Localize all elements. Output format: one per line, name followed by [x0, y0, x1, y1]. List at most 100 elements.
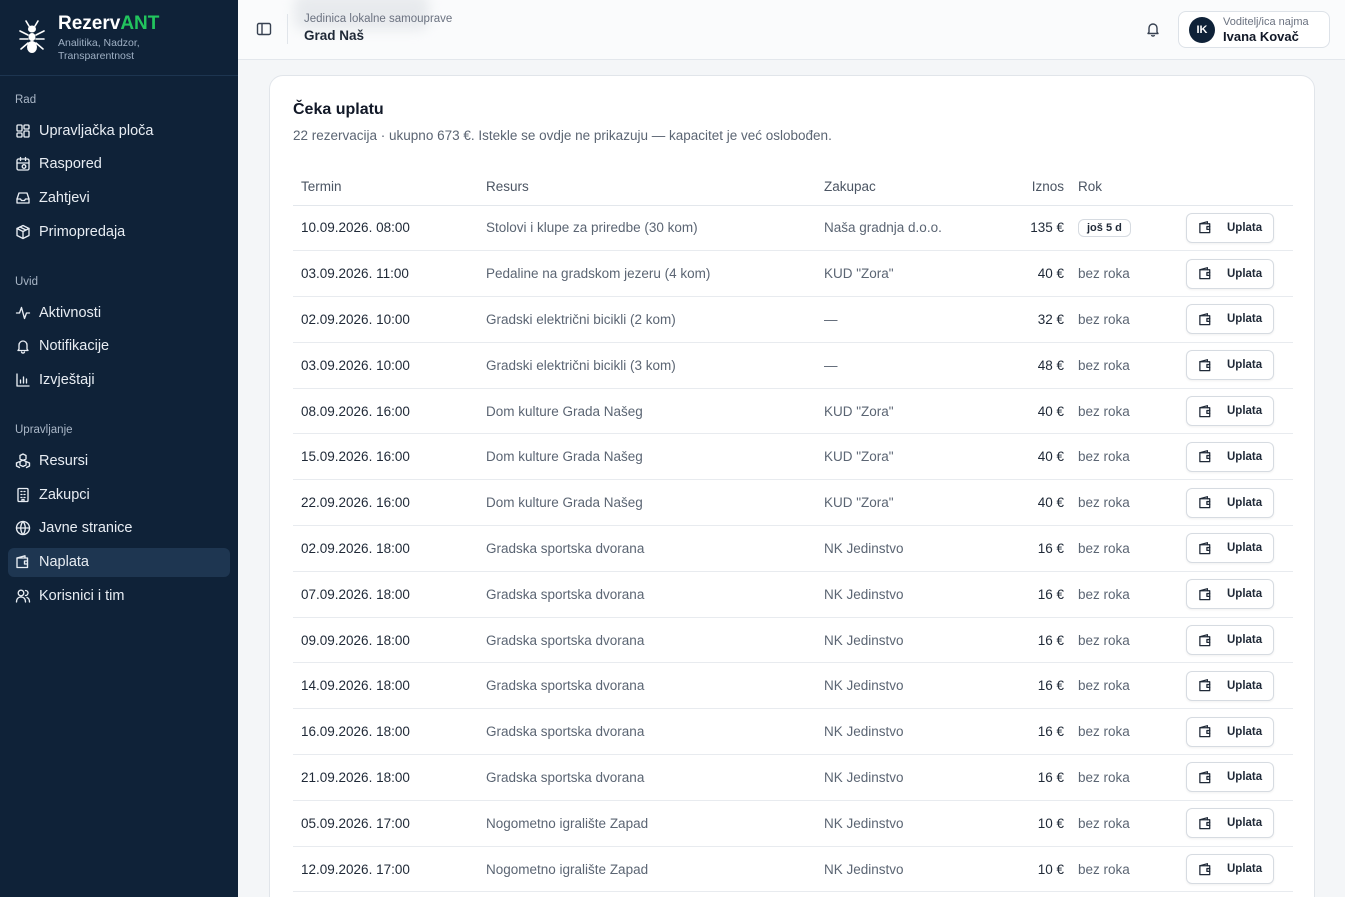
table-row[interactable]: 10.09.2026. 08:00 Stolovi i klupe za pri…: [293, 205, 1293, 252]
record-payment-button[interactable]: Uplata: [1186, 441, 1274, 472]
package-icon: [16, 224, 30, 239]
cell-termin: 02.09.2026. 10:00: [293, 296, 478, 343]
cell-termin: 09.09.2026. 18:00: [293, 617, 478, 664]
cell-iznos: 135 €: [1006, 205, 1070, 252]
table-row[interactable]: 15.09.2026. 16:00 Dom kulture Grada Naše…: [293, 433, 1293, 481]
cell-zakupac: NK Jedinstvo: [816, 846, 1006, 893]
record-payment-button[interactable]: Uplata: [1186, 762, 1274, 793]
record-payment-button[interactable]: Uplata: [1186, 487, 1274, 518]
nav-section: Upravljanje Resursi Zakupci Javne stranice N…: [0, 424, 238, 610]
col-zakupac[interactable]: Zakupac: [816, 168, 1006, 206]
sidebar-item-izvještaji[interactable]: Izvještaji: [8, 365, 230, 394]
cell-zakupac: NK Jedinstvo: [816, 525, 1006, 572]
record-payment-button[interactable]: Uplata: [1186, 716, 1274, 747]
table-row[interactable]: 02.09.2026. 10:00 Gradski električni bic…: [293, 296, 1293, 343]
wallet-icon: [1199, 404, 1211, 417]
table-row[interactable]: 21.09.2026. 18:00 Gradska sportska dvora…: [293, 754, 1293, 801]
table-row[interactable]: 03.09.2026. 10:00 Gradski električni bic…: [293, 342, 1293, 389]
cell-iznos: 40 €: [1006, 250, 1070, 298]
cell-zakupac: —: [816, 296, 1006, 343]
record-payment-label: Uplata: [1227, 267, 1263, 280]
building-icon: [17, 487, 29, 502]
sidebar-item-aktivnosti[interactable]: Aktivnosti: [8, 298, 230, 327]
cell-rok: bez roka: [1070, 250, 1166, 298]
cell-zakupac: NK Jedinstvo: [816, 617, 1006, 664]
record-payment-button[interactable]: Uplata: [1186, 670, 1274, 701]
deadline-text: bez roka: [1078, 403, 1130, 419]
table-row[interactable]: 07.09.2026. 18:00 Gradska sportska dvora…: [293, 571, 1293, 618]
deadline-text: bez roka: [1078, 632, 1130, 648]
wallet-icon: [1199, 358, 1211, 372]
record-payment-label: Uplata: [1227, 634, 1263, 647]
cell-iznos: 10 €: [1006, 846, 1070, 893]
record-payment-button[interactable]: Uplata: [1186, 350, 1274, 381]
table-row[interactable]: 05.09.2026. 17:00 Nogometno igralište Za…: [293, 800, 1293, 847]
brand-name: RezervANT: [58, 13, 160, 34]
inbox-icon: [16, 192, 30, 204]
table-row[interactable]: 03.09.2026. 11:00 Pedaline na gradskom j…: [293, 250, 1293, 298]
cell-resurs: Gradska sportska dvorana: [478, 662, 816, 710]
sidebar-item-label: Naplata: [39, 554, 89, 570]
deadline-text: bez roka: [1078, 678, 1130, 694]
org-switcher[interactable]: Jedinica lokalne samouprave Grad Naš: [304, 13, 452, 43]
record-payment-button[interactable]: Uplata: [1186, 396, 1274, 427]
cell-rok: bez roka: [1070, 662, 1166, 710]
ant-logo-icon: [19, 20, 45, 53]
sidebar-item-raspored[interactable]: Raspored: [8, 150, 230, 179]
cell-action: Uplata: [1166, 342, 1293, 389]
col-rok[interactable]: Rok: [1070, 168, 1166, 206]
notifications-bell-icon[interactable]: [1145, 21, 1161, 37]
table-row[interactable]: 12.09.2026. 17:00 Nogometno igralište Za…: [293, 846, 1293, 893]
record-payment-button[interactable]: Uplata: [1186, 304, 1274, 335]
table-row[interactable]: 22.09.2026. 16:00 Dom kulture Grada Naše…: [293, 479, 1293, 527]
cell-rok: bez roka: [1070, 296, 1166, 343]
cell-iznos: 48 €: [1006, 342, 1070, 389]
table-row[interactable]: 09.09.2026. 18:00 Gradska sportska dvora…: [293, 617, 1293, 664]
bell-icon: [17, 340, 29, 354]
brand[interactable]: RezervANT Analitika, Nadzor, Transparent…: [0, 0, 238, 76]
col-resurs[interactable]: Resurs: [478, 168, 816, 206]
sidebar-item-primopredaja[interactable]: Primopredaja: [8, 217, 230, 246]
wallet-icon: [1199, 587, 1211, 601]
sidebar-item-naplata[interactable]: Naplata: [8, 547, 230, 577]
cell-action: Uplata: [1166, 708, 1293, 756]
table-row[interactable]: 16.09.2026. 18:00 Gradska sportska dvora…: [293, 708, 1293, 756]
deadline-text: bez roka: [1078, 815, 1130, 831]
record-payment-button[interactable]: Uplata: [1186, 212, 1274, 243]
col-termin[interactable]: Termin: [293, 168, 478, 206]
activity-icon: [15, 306, 31, 319]
wallet-icon: [1199, 313, 1211, 326]
sidebar-item-zakupci[interactable]: Zakupci: [8, 480, 230, 509]
record-payment-button[interactable]: Uplata: [1186, 625, 1274, 656]
cell-termin: 02.09.2026. 18:00: [293, 525, 478, 572]
wallet-icon: [1199, 542, 1211, 555]
sidebar-item-label: Javne stranice: [39, 520, 133, 537]
cell-iznos: 40 €: [1006, 479, 1070, 527]
table-row[interactable]: 02.09.2026. 18:00 Gradska sportska dvora…: [293, 525, 1293, 572]
cell-rok: još 5 d: [1070, 205, 1166, 252]
user-menu[interactable]: IK Voditelj/ica najma Ivana Kovač: [1178, 11, 1330, 48]
card-subtitle: 22 rezervacija · ukupno 673 €. Istekle s…: [293, 128, 832, 143]
cell-zakupac: NK Jedinstvo: [816, 708, 1006, 756]
record-payment-button[interactable]: Uplata: [1186, 533, 1274, 564]
nav-section-title: Rad: [15, 94, 37, 106]
sidebar-item-javne-stranice[interactable]: Javne stranice: [8, 514, 230, 543]
record-payment-label: Uplata: [1227, 679, 1263, 692]
record-payment-button[interactable]: Uplata: [1186, 579, 1274, 610]
deadline-text: bez roka: [1078, 449, 1130, 465]
sidebar-item-korisnici-i-tim[interactable]: Korisnici i tim: [8, 581, 230, 610]
record-payment-button[interactable]: Uplata: [1186, 258, 1274, 289]
table-row[interactable]: 14.09.2026. 18:00 Gradska sportska dvora…: [293, 662, 1293, 710]
col-iznos[interactable]: Iznos: [1006, 168, 1070, 206]
sidebar-toggle-icon[interactable]: [256, 21, 272, 37]
card-title: Čeka uplatu: [293, 101, 384, 118]
record-payment-button[interactable]: Uplata: [1186, 808, 1274, 839]
record-payment-button[interactable]: Uplata: [1186, 854, 1274, 885]
sidebar-item-resursi[interactable]: Resursi: [8, 446, 230, 475]
sidebar-item-notifikacije[interactable]: Notifikacije: [8, 332, 230, 361]
cell-rok: bez roka: [1070, 708, 1166, 756]
sidebar-item-upravljačka-ploča[interactable]: Upravljačka ploča: [8, 116, 230, 145]
sidebar-item-zahtjevi[interactable]: Zahtjevi: [8, 183, 230, 212]
cell-termin: 14.09.2026. 18:00: [293, 662, 478, 710]
table-row[interactable]: 08.09.2026. 16:00 Dom kulture Grada Naše…: [293, 388, 1293, 435]
